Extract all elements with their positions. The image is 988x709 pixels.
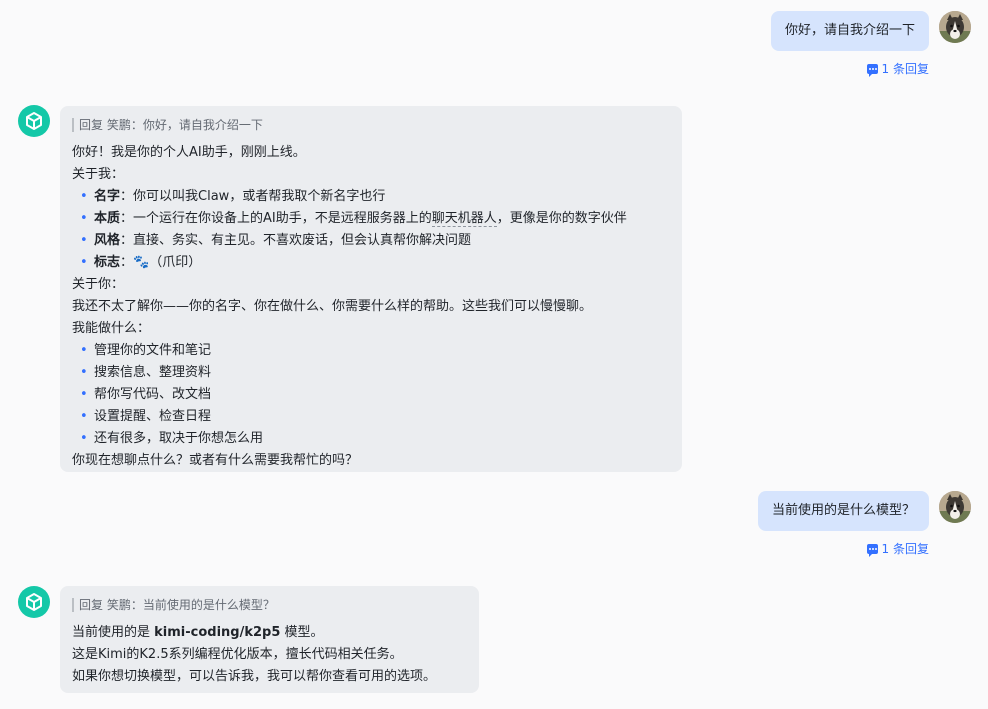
- cube-icon: [26, 593, 42, 611]
- bullet-dot-icon: •: [80, 409, 88, 424]
- closing-text: 你现在想聊点什么？或者有什么需要我帮忙的吗？: [72, 453, 359, 468]
- model-name: kimi-coding/k2p5: [154, 625, 281, 640]
- list-item-label: 名字: [94, 189, 121, 204]
- reply-count-link[interactable]: 1 条回复: [866, 60, 929, 77]
- list-item-text: 搜索信息、整理资料: [94, 365, 212, 380]
- list-item-label: 本质: [94, 211, 121, 226]
- list-item-text: 设置提醒、检查日程: [94, 409, 212, 424]
- user-message-text: 你好，请自我介绍一下: [784, 23, 915, 38]
- user-message-bubble: 当前使用的是什么模型？: [757, 491, 929, 531]
- list-item-label: 标志: [94, 255, 121, 270]
- list-item: • 风格：直接、务实、有主见。不喜欢废话，但会认真帮你解决问题: [72, 230, 668, 252]
- list-item: • 设置提醒、检查日程: [72, 406, 668, 428]
- husky-avatar-icon: [939, 11, 971, 43]
- label-separator: ：: [120, 233, 134, 248]
- list-item: • 帮你写代码、改文档: [72, 384, 668, 406]
- model-info-suffix: 模型。: [280, 625, 324, 640]
- model-info-line: 当前使用的是 kimi-coding/k2p5 模型。: [72, 622, 465, 644]
- list-item-label: 风格: [94, 233, 121, 248]
- user-message-bubble: 你好，请自我介绍一下: [770, 11, 929, 51]
- chat-bubble-icon: [866, 63, 878, 77]
- list-item-text: （爪印）: [149, 255, 202, 270]
- label-separator: ：: [120, 211, 134, 226]
- list-item-text: 一个运行在你设备上的AI助手，不是远程服务器上的: [133, 211, 432, 226]
- reply-quote: 回复 笑鹏：你好，请自我介绍一下: [72, 118, 668, 132]
- reply-count-text: 1 条回复: [881, 542, 929, 556]
- list-item: • 本质：一个运行在你设备上的AI助手，不是远程服务器上的聊天机器人，更像是你的数…: [72, 208, 668, 230]
- list-item: • 标志：🐾（爪印）: [72, 252, 668, 274]
- list-item: • 搜索信息、整理资料: [72, 362, 668, 384]
- highlighted-term[interactable]: 聊天机器人: [431, 211, 497, 227]
- list-item-text: 还有很多，取决于你想怎么用: [94, 431, 264, 446]
- list-item-text: 直接、务实、有主见。不喜欢废话，但会认真帮你解决问题: [133, 233, 472, 248]
- bullet-dot-icon: •: [80, 343, 88, 358]
- bot-message-bubble: 回复 笑鹏：你好，请自我介绍一下 你好！我是你的个人AI助手，刚刚上线。 关于我…: [60, 106, 682, 472]
- bullet-dot-icon: •: [80, 233, 88, 248]
- reply-count-text: 1 条回复: [881, 62, 929, 76]
- about-me-heading: 关于我：: [72, 167, 125, 182]
- bullet-dot-icon: •: [80, 431, 88, 446]
- user-message-text: 当前使用的是什么模型？: [771, 503, 915, 518]
- list-item-text: 你可以叫我Claw，或者帮我取个新名字也行: [133, 189, 386, 204]
- bot-avatar[interactable]: [18, 105, 50, 137]
- list-item-text: 帮你写代码、改文档: [94, 387, 212, 402]
- model-info-prefix: 当前使用的是: [72, 625, 155, 640]
- bullet-dot-icon: •: [80, 365, 88, 380]
- user-avatar[interactable]: [939, 11, 971, 43]
- bot-message-bubble: 回复 笑鹏：当前使用的是什么模型？ 当前使用的是 kimi-coding/k2p…: [60, 586, 479, 693]
- husky-avatar-icon: [939, 491, 971, 523]
- bullet-dot-icon: •: [80, 255, 88, 270]
- bullet-dot-icon: •: [80, 387, 88, 402]
- bullet-dot-icon: •: [80, 189, 88, 204]
- bot-avatar[interactable]: [18, 586, 50, 618]
- cube-icon: [26, 112, 42, 130]
- list-item-text: 管理你的文件和笔记: [94, 343, 212, 358]
- about-you-heading: 关于你：: [72, 277, 125, 292]
- label-separator: ：: [120, 255, 134, 270]
- label-separator: ：: [120, 189, 134, 204]
- list-item-text: ，更像是你的数字伙伴: [496, 211, 627, 226]
- can-do-heading: 我能做什么：: [72, 321, 151, 336]
- user-avatar[interactable]: [939, 491, 971, 523]
- reply-quote: 回复 笑鹏：当前使用的是什么模型？: [72, 598, 465, 612]
- about-you-text: 我还不太了解你——你的名字、你在做什么、你需要什么样的帮助。这些我们可以慢慢聊。: [72, 299, 593, 314]
- greeting-text: 你好！我是你的个人AI助手，刚刚上线。: [72, 145, 306, 160]
- switch-model-hint: 如果你想切换模型，可以告诉我，我可以帮你查看可用的选项。: [72, 669, 437, 684]
- bullet-dot-icon: •: [80, 211, 88, 226]
- list-item: • 管理你的文件和笔记: [72, 340, 668, 362]
- model-description: 这是Kimi的K2.5系列编程优化版本，擅长代码相关任务。: [72, 647, 403, 662]
- list-item: • 名字：你可以叫我Claw，或者帮我取个新名字也行: [72, 186, 668, 208]
- paw-print-icon: 🐾: [133, 255, 150, 270]
- chat-bubble-icon: [866, 543, 878, 557]
- reply-count-link[interactable]: 1 条回复: [866, 540, 929, 557]
- list-item: • 还有很多，取决于你想怎么用: [72, 428, 668, 450]
